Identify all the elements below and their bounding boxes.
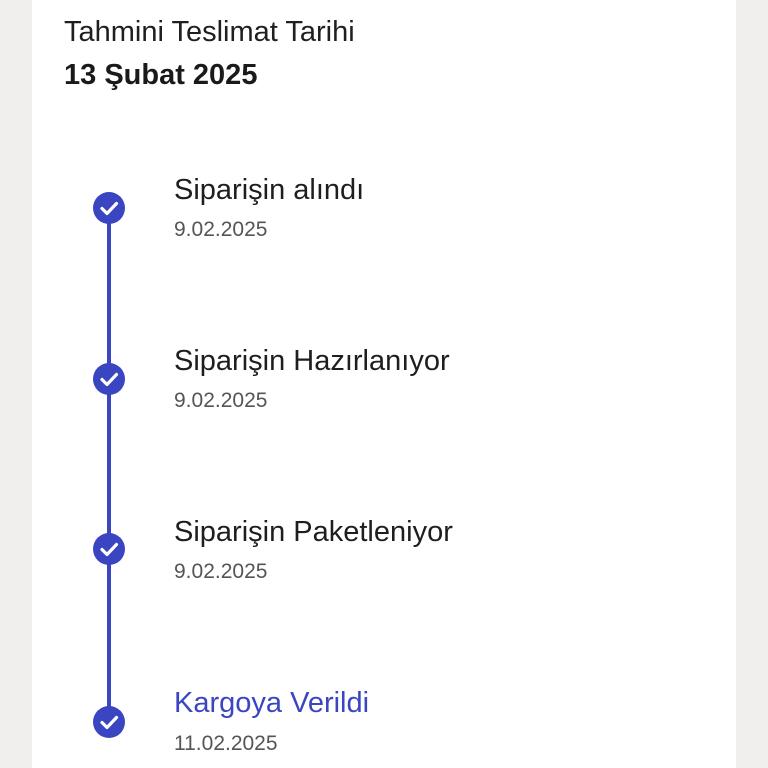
- check-icon: [93, 706, 125, 738]
- step-title-current: Kargoya Verildi: [174, 687, 370, 719]
- check-icon: [93, 533, 125, 565]
- step-title: Siparişin Paketleniyor: [174, 516, 453, 548]
- timeline-line: [107, 208, 111, 728]
- check-icon: [93, 192, 125, 224]
- step-date: 9.02.2025: [174, 218, 268, 241]
- estimated-delivery-date: 13 Şubat 2025: [64, 59, 258, 91]
- step-date: 9.02.2025: [174, 389, 268, 412]
- step-date: 11.02.2025: [174, 732, 278, 755]
- step-title: Siparişin alındı: [174, 174, 365, 206]
- estimated-delivery-label: Tahmini Teslimat Tarihi: [64, 16, 355, 48]
- step-title: Siparişin Hazırlanıyor: [174, 345, 450, 377]
- order-tracking-card: Tahmini Teslimat Tarihi 13 Şubat 2025 Si…: [32, 0, 736, 768]
- step-date: 9.02.2025: [174, 560, 268, 583]
- check-icon: [93, 363, 125, 395]
